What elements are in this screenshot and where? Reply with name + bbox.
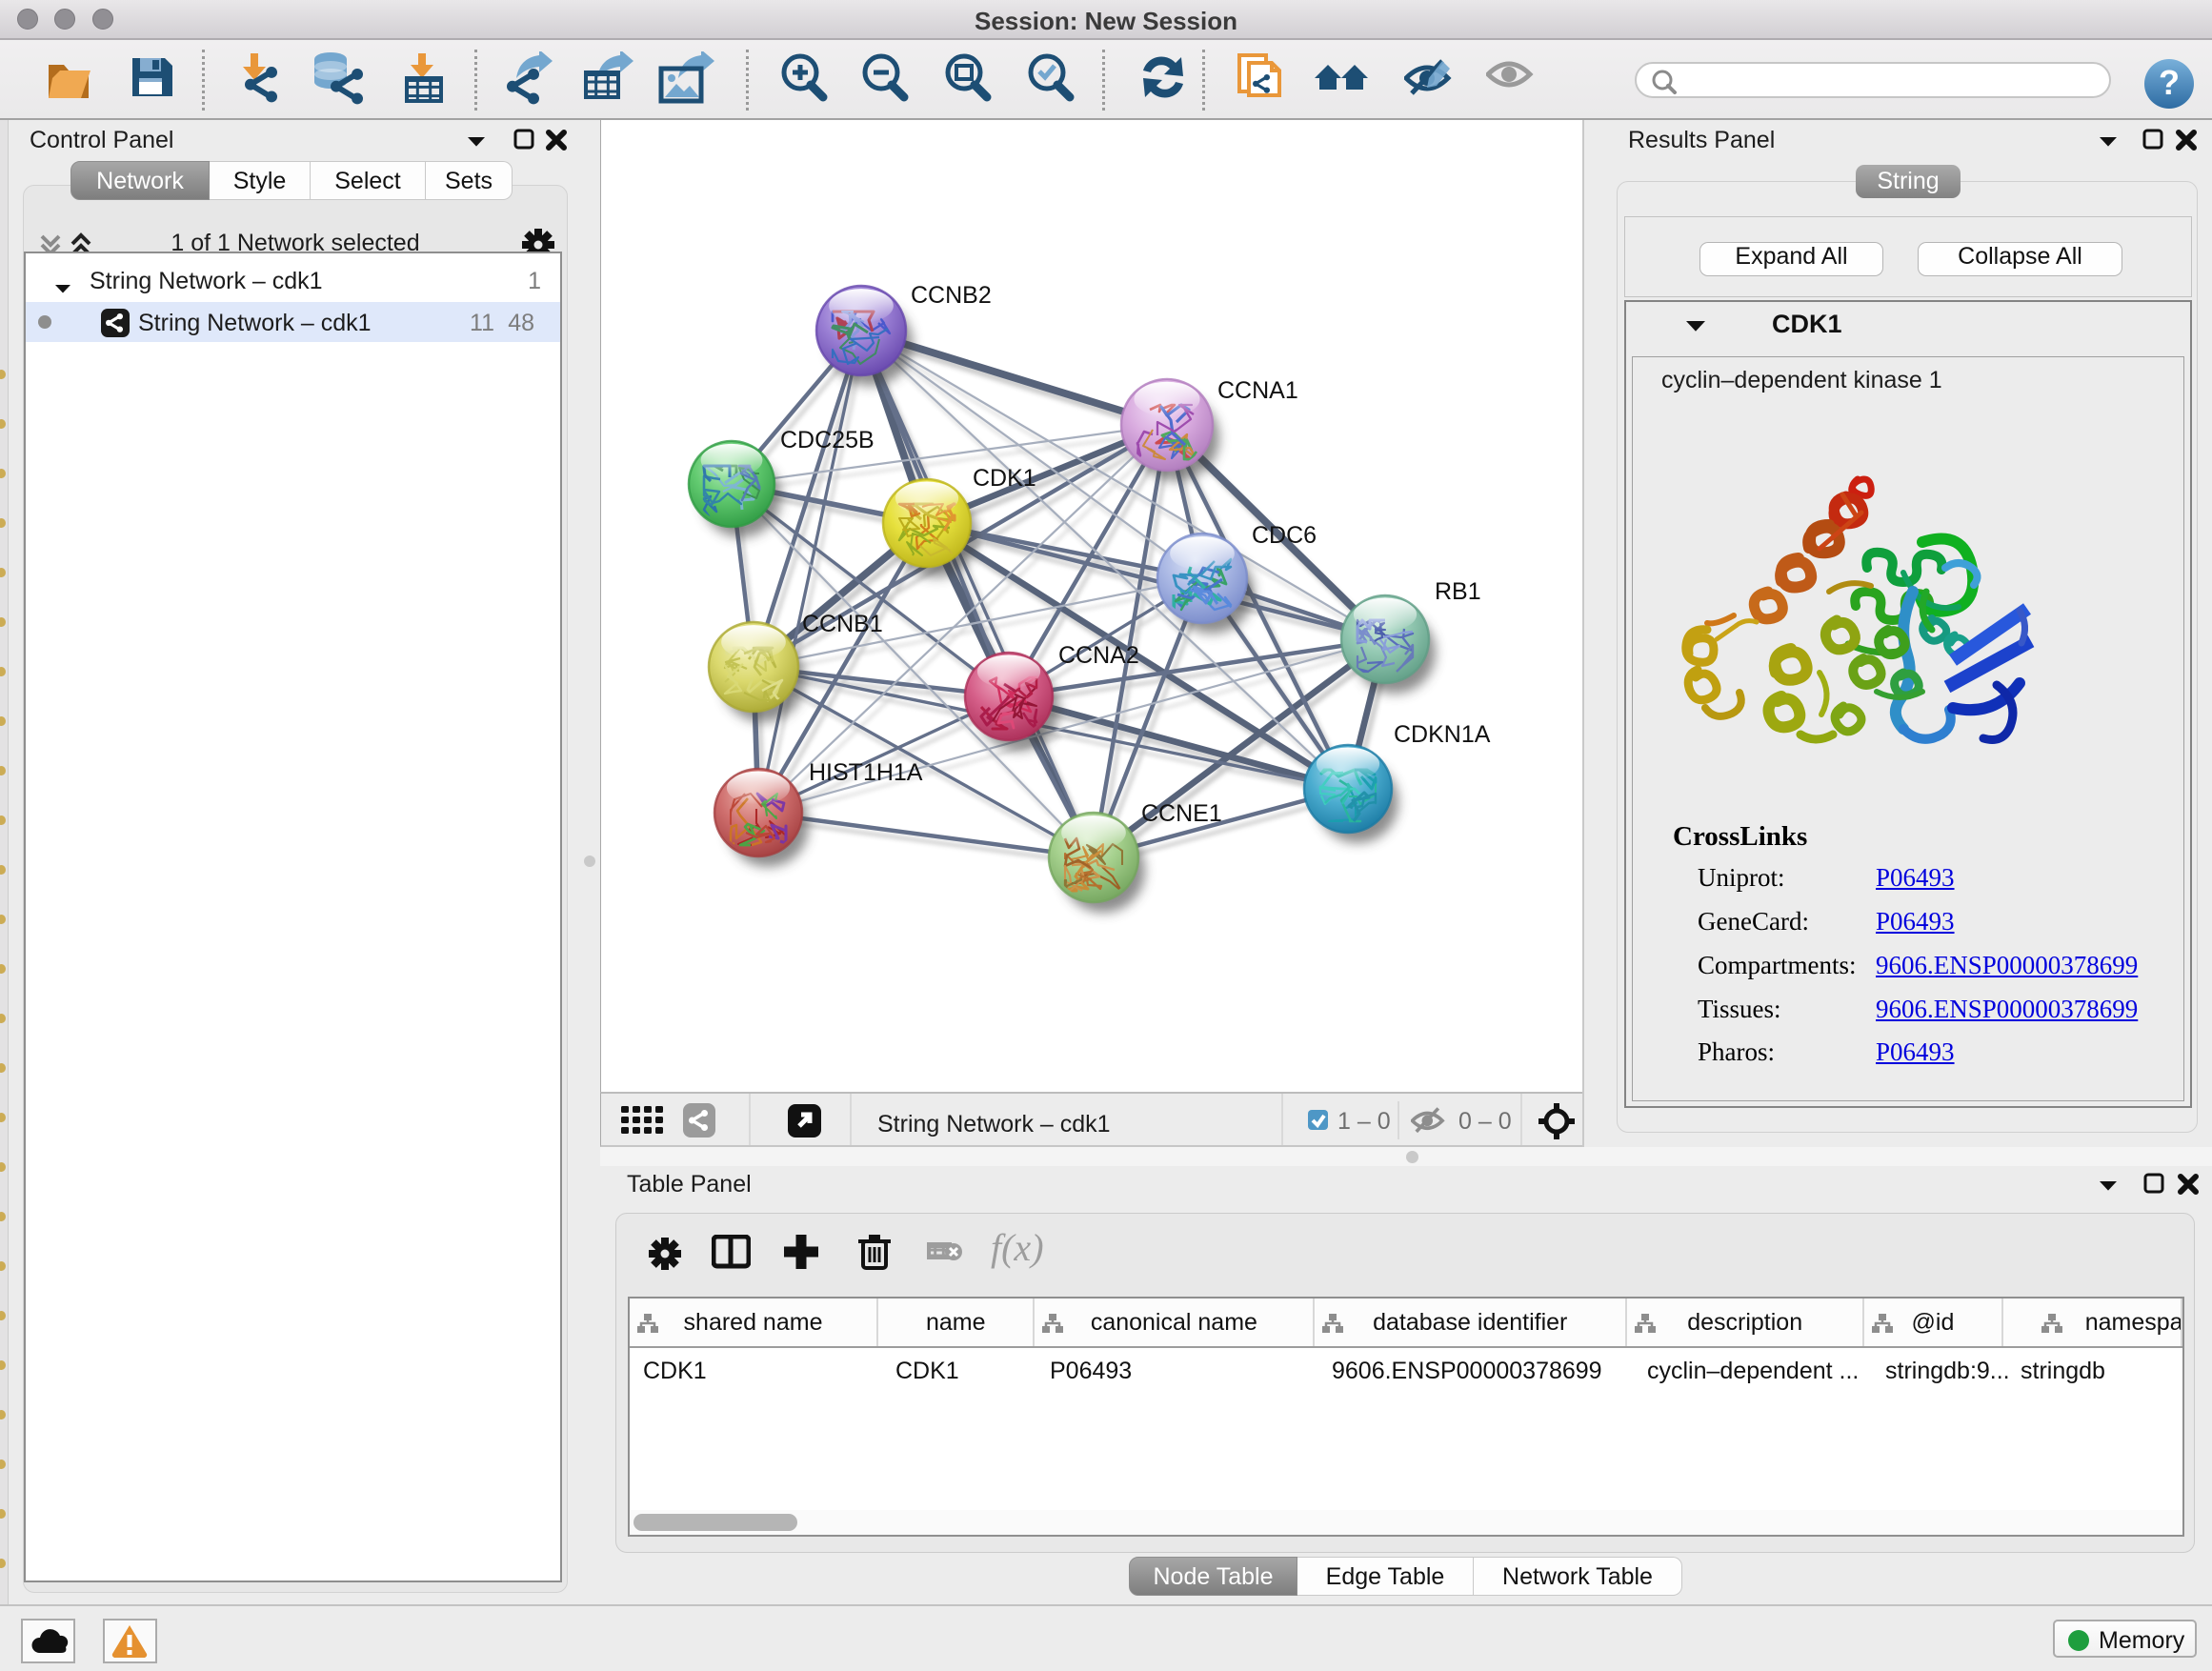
svg-text:CDC6: CDC6: [1252, 522, 1317, 549]
svg-text:CDKN1A: CDKN1A: [1394, 721, 1491, 748]
svg-text:CCNE1: CCNE1: [1141, 800, 1222, 827]
svg-text:CCNB1: CCNB1: [802, 611, 883, 637]
svg-text:CCNA2: CCNA2: [1058, 642, 1139, 669]
svg-text:RB1: RB1: [1435, 578, 1481, 605]
svg-text:HIST1H1A: HIST1H1A: [809, 759, 923, 786]
svg-text:CDC25B: CDC25B: [780, 427, 875, 453]
svg-text:CDK1: CDK1: [973, 465, 1036, 492]
svg-text:?: ?: [2159, 63, 2180, 102]
svg-text:CCNA1: CCNA1: [1217, 377, 1298, 404]
svg-text:CCNB2: CCNB2: [911, 282, 992, 309]
